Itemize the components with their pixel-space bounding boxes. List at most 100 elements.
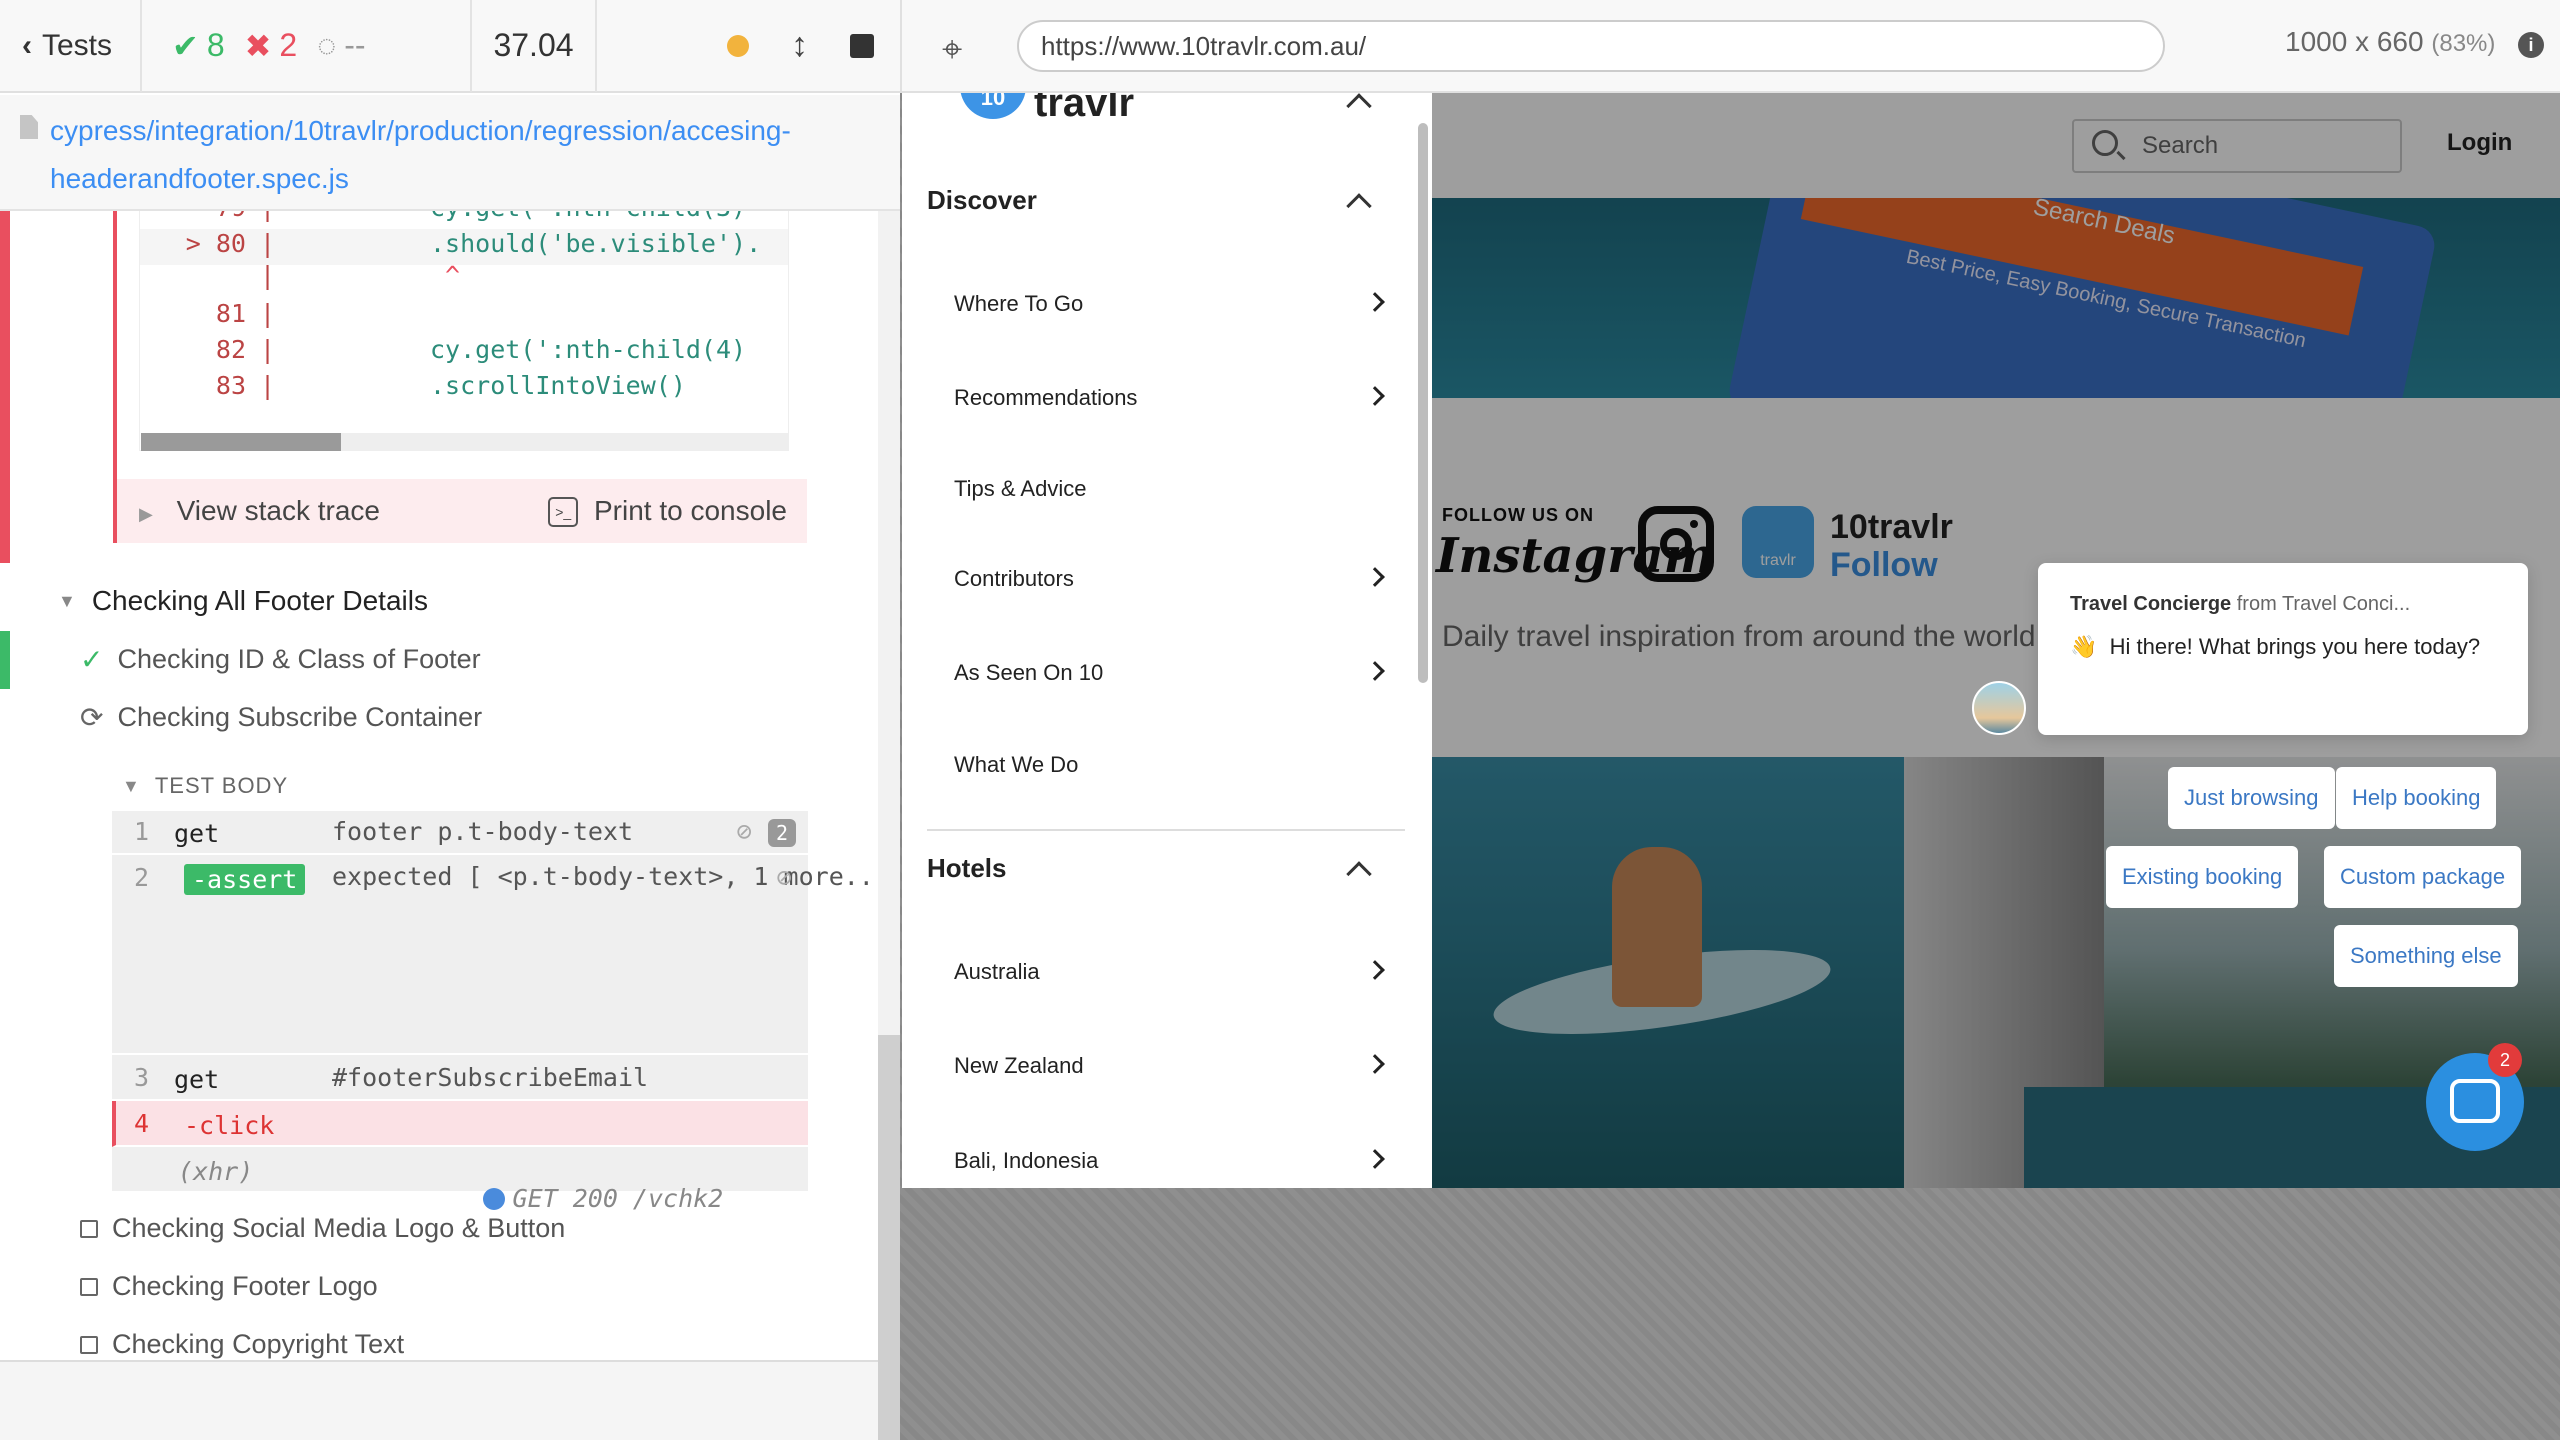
code-frame-source: 79| cy.get(':nth-child(3) > 80| .should(…: [139, 211, 789, 451]
print-to-console-button[interactable]: >_ Print to console: [548, 495, 787, 528]
failed-count: ✖ 2: [244, 27, 298, 64]
side-menu: 10 travlr Discover Where To Go Recommend…: [902, 93, 1432, 1188]
pending-square-icon: [80, 1335, 98, 1354]
chat-message: 👋 Hi there! What brings you here today?: [2070, 634, 2481, 659]
site-logo-text[interactable]: travlr: [1034, 93, 1134, 126]
chat-bubble-icon: [2450, 1079, 2500, 1123]
code-frame: 79| cy.get(':nth-child(3) > 80| .should(…: [113, 211, 789, 479]
passed-count: ✔ 8: [172, 27, 225, 64]
test-item[interactable]: Checking Footer Logo: [80, 1271, 378, 1302]
chevron-up-icon[interactable]: [1346, 93, 1372, 119]
quick-reply-something-else[interactable]: Something else: [2334, 925, 2518, 987]
checkmark-icon: ✔: [172, 27, 199, 64]
command-row-assert[interactable]: 2 -assert expected [ <p.t-body-text>, 1 …: [112, 855, 878, 1055]
info-icon[interactable]: i: [2518, 32, 2544, 58]
reporter-header: ‹ Tests ✔ 8 ✖ 2 ◌ -- 37.04 ↕: [0, 0, 900, 93]
stack-trace-row: ▶ View stack trace >_ Print to console: [113, 479, 807, 543]
quick-reply-existing-booking[interactable]: Existing booking: [2106, 846, 2299, 908]
caret-right-icon: ▶: [139, 504, 153, 524]
code-line-caret: | ^: [260, 261, 461, 290]
tests-button[interactable]: ‹ Tests: [0, 0, 142, 92]
tests-label: Tests: [42, 28, 113, 62]
chevron-up-icon[interactable]: [1346, 861, 1372, 887]
aut-header: ⌖ https://www.10travlr.com.au/ 1000 x 66…: [900, 0, 2560, 93]
chevron-right-icon[interactable]: [1365, 1054, 1385, 1074]
test-item[interactable]: ✓ Checking ID & Class of Footer: [80, 643, 481, 676]
menu-section-hotels[interactable]: Hotels: [927, 853, 1006, 884]
unread-count-badge: 2: [2488, 1043, 2522, 1077]
test-item[interactable]: ⟳ Checking Subscribe Container: [80, 701, 482, 734]
auto-scroll-toggle-icon[interactable]: ↕: [791, 26, 808, 65]
passed-test-marker: [0, 631, 10, 689]
chat-agent-avatar: [1972, 681, 2026, 735]
test-item[interactable]: Checking Social Media Logo & Button: [80, 1213, 565, 1244]
code-line: 79| cy.get(':nth-child(3): [140, 211, 788, 229]
chevron-right-icon[interactable]: [1365, 567, 1385, 587]
chevron-right-icon[interactable]: [1365, 386, 1385, 406]
pending-square-icon: [80, 1219, 98, 1238]
menu-item-new-zealand[interactable]: New Zealand: [954, 1053, 1084, 1079]
eye-slash-icon: ⊘: [776, 863, 792, 893]
menu-item-australia[interactable]: Australia: [954, 959, 1040, 985]
view-stack-trace-toggle[interactable]: ▶ View stack trace: [139, 495, 380, 527]
site-logo-icon[interactable]: 10: [960, 93, 1026, 119]
viewport-info: 1000 x 660 (83%): [2285, 26, 2496, 57]
reporter-footer: [0, 1362, 878, 1440]
stop-button[interactable]: [850, 33, 874, 58]
cypress-reporter: ‹ Tests ✔ 8 ✖ 2 ◌ -- 37.04 ↕ cypress/int…: [0, 0, 900, 1440]
check-icon: ✓: [80, 644, 104, 675]
x-icon: ✖: [244, 27, 272, 64]
menu-item-what-we-do[interactable]: What We Do: [954, 752, 1078, 778]
quick-reply-custom-package[interactable]: Custom package: [2324, 846, 2522, 908]
command-row-failed[interactable]: 4 -click: [112, 1101, 808, 1147]
spec-path: cypress/integration/10travlr/production/…: [0, 95, 900, 211]
suite-title[interactable]: ▼ Checking All Footer Details: [58, 585, 428, 617]
duration: 37.04: [472, 0, 597, 92]
test-body-header[interactable]: ▼ TEST BODY: [122, 773, 288, 799]
code-frame-scrollbar[interactable]: [141, 433, 789, 451]
quick-reply-help-booking[interactable]: Help booking: [2336, 767, 2497, 829]
command-row[interactable]: 3 get #footerSubscribeEmail: [112, 1055, 808, 1101]
chat-message-card[interactable]: Travel Concierge from Travel Conci... 👋 …: [2038, 563, 2528, 735]
test-stats: ✔ 8 ✖ 2 ◌ --: [142, 0, 472, 92]
caret-down-icon: ▼: [122, 775, 141, 796]
quick-reply-just-browsing[interactable]: Just browsing: [2168, 767, 2335, 829]
code-line: 81 |: [215, 299, 276, 328]
menu-item-recommendations[interactable]: Recommendations: [954, 385, 1137, 411]
menu-item-bali-indonesia[interactable]: Bali, Indonesia: [954, 1148, 1098, 1174]
reporter-scrollbar-thumb[interactable]: [878, 1035, 900, 1440]
menu-item-tips-advice[interactable]: Tips & Advice: [954, 476, 1086, 502]
command-log: 1 get footer p.t-body-text ⊘ 2 2 -assert…: [112, 811, 878, 1213]
pending-count: ◌ --: [317, 27, 366, 63]
code-line: 83 | .scrollIntoView(): [215, 371, 686, 400]
reporter-body: 79| cy.get(':nth-child(3) > 80| .should(…: [0, 211, 878, 1361]
chevron-right-icon[interactable]: [1365, 292, 1385, 312]
failed-suite-marker: [0, 211, 10, 563]
crosshair-icon[interactable]: ⌖: [942, 28, 962, 71]
chevron-right-icon[interactable]: [1365, 1149, 1385, 1169]
code-line: 82 | cy.get(':nth-child(4): [215, 335, 747, 364]
chevron-up-icon[interactable]: [1346, 193, 1372, 219]
chevron-right-icon[interactable]: [1365, 661, 1385, 681]
chevron-left-icon: ‹: [22, 28, 32, 62]
test-item[interactable]: Checking Copyright Text: [80, 1329, 404, 1360]
circle-notch-icon: ◌: [317, 27, 337, 63]
eye-slash-icon: ⊘: [736, 817, 752, 847]
run-controls: ↕: [597, 0, 900, 92]
menu-divider: [927, 829, 1405, 831]
menu-scrollbar-thumb[interactable]: [1418, 123, 1428, 683]
chat-sender: Travel Concierge from Travel Conci...: [2070, 593, 2411, 615]
pending-square-icon: [80, 1277, 98, 1296]
command-row-xhr[interactable]: (xhr) GET 200 /vchk2: [112, 1147, 808, 1213]
wave-icon: 👋: [2070, 634, 2098, 659]
menu-section-discover[interactable]: Discover: [927, 185, 1037, 216]
command-row[interactable]: 1 get footer p.t-body-text ⊘ 2: [112, 811, 808, 855]
menu-item-as-seen-on-10[interactable]: As Seen On 10: [954, 660, 1103, 686]
website-viewport: Search Login Search Deals Best Price, Ea…: [902, 93, 2560, 1188]
url-bar[interactable]: https://www.10travlr.com.au/: [1017, 20, 2165, 72]
chevron-right-icon[interactable]: [1365, 960, 1385, 980]
menu-item-contributors[interactable]: Contributors: [954, 566, 1074, 592]
spec-path-link[interactable]: cypress/integration/10travlr/production/…: [20, 107, 880, 203]
refresh-icon: ⟳: [80, 702, 104, 733]
menu-item-where-to-go[interactable]: Where To Go: [954, 291, 1083, 317]
